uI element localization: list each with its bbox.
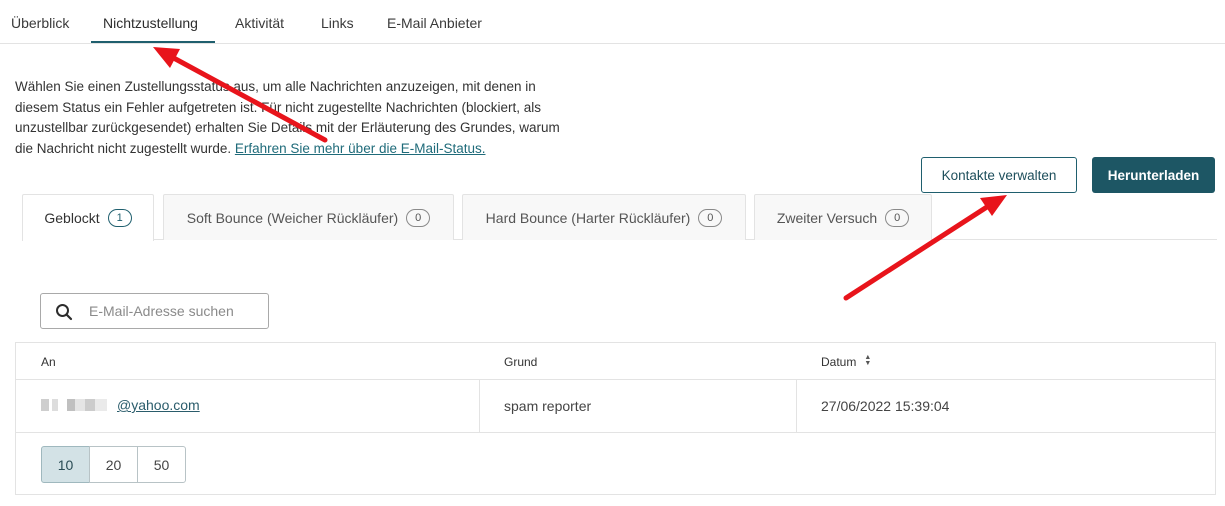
email-search xyxy=(40,293,269,329)
status-tab-label: Zweiter Versuch xyxy=(776,209,878,226)
delivery-status-tabs: Geblockt 1 Soft Bounce (Weicher Rückläuf… xyxy=(22,194,1217,241)
page-size-50[interactable]: 50 xyxy=(137,446,186,483)
status-tab-hard-bounce[interactable]: Hard Bounce (Harter Rückläufer) 0 xyxy=(462,194,746,240)
status-tab-label: Soft Bounce (Weicher Rückläufer) xyxy=(186,209,399,226)
tab-links[interactable]: Links xyxy=(321,15,354,31)
status-description: Wählen Sie einen Zustellungsstatus aus, … xyxy=(15,77,575,159)
column-header-reason: Grund xyxy=(504,355,538,369)
status-tab-second-attempt[interactable]: Zweiter Versuch 0 xyxy=(754,194,932,240)
status-tab-blocked[interactable]: Geblockt 1 xyxy=(22,194,154,241)
page-size-selector: 10 20 50 xyxy=(41,446,186,483)
download-button[interactable]: Herunterladen xyxy=(1092,157,1215,193)
tab-nichtzustellung[interactable]: Nichtzustellung xyxy=(103,15,198,31)
active-tab-indicator xyxy=(91,41,215,43)
tab-ueberblick[interactable]: Überblick xyxy=(11,15,69,31)
count-badge: 0 xyxy=(885,208,910,227)
column-header-to: An xyxy=(41,355,56,369)
count-badge: 0 xyxy=(406,208,431,227)
top-navigation: Überblick Nichtzustellung Aktivität Link… xyxy=(0,0,1225,44)
column-divider xyxy=(796,380,797,433)
recipient-cell: @yahoo.com xyxy=(41,397,200,413)
page-size-20[interactable]: 20 xyxy=(89,446,138,483)
tab-email-anbieter[interactable]: E-Mail Anbieter xyxy=(387,15,482,31)
column-header-date-label: Datum xyxy=(821,355,857,369)
learn-more-link[interactable]: Erfahren Sie mehr über die E-Mail-Status… xyxy=(235,141,486,156)
date-cell: 27/06/2022 15:39:04 xyxy=(821,398,950,414)
undelivered-table: An Grund Datum ▲ ▼ @yahoo.com spam reporte… xyxy=(15,342,1216,495)
status-tab-soft-bounce[interactable]: Soft Bounce (Weicher Rückläufer) 0 xyxy=(163,194,454,240)
search-input[interactable] xyxy=(89,300,261,322)
table-row: @yahoo.com spam reporter 27/06/2022 15:3… xyxy=(16,380,1215,433)
column-header-date: Datum ▲ ▼ xyxy=(821,354,871,369)
status-tab-label: Geblockt xyxy=(44,210,100,226)
sort-icon[interactable]: ▲ ▼ xyxy=(864,354,871,367)
reason-cell: spam reporter xyxy=(504,398,592,414)
column-divider xyxy=(479,380,480,433)
table-header: An Grund Datum ▲ ▼ xyxy=(16,343,1215,380)
count-badge: 1 xyxy=(107,209,132,227)
tab-aktivitaet[interactable]: Aktivität xyxy=(235,15,284,31)
page-size-10[interactable]: 10 xyxy=(41,446,90,483)
count-badge: 0 xyxy=(698,208,723,227)
recipient-email-link[interactable]: @yahoo.com xyxy=(117,397,200,413)
redacted-email-local-part xyxy=(41,399,107,411)
status-tab-label: Hard Bounce (Harter Rückläufer) xyxy=(485,209,691,226)
manage-contacts-button[interactable]: Kontakte verwalten xyxy=(921,157,1077,193)
search-icon xyxy=(56,304,73,321)
